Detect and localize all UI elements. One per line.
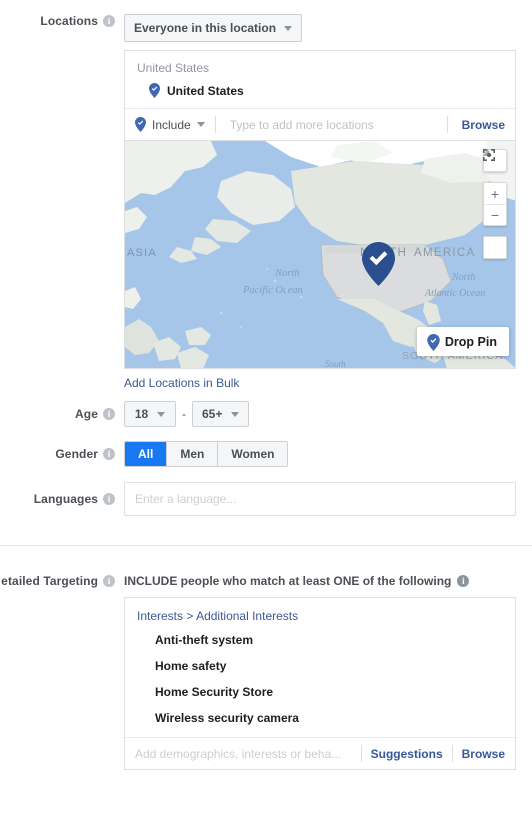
gender-label: Gender <box>55 447 98 461</box>
selected-location-label: United States <box>167 83 244 98</box>
locations-field: Everyone in this location <box>124 14 532 42</box>
gender-segmented-control: All Men Women <box>124 441 289 467</box>
detailed-targeting-label: etailed Targeting <box>1 574 98 588</box>
locations-panel: United States United States Include Type… <box>124 50 516 141</box>
list-item[interactable]: Home Security Store <box>125 679 515 705</box>
info-icon[interactable]: i <box>103 15 115 27</box>
chevron-down-icon <box>196 122 205 127</box>
list-item[interactable]: Home safety <box>125 653 515 679</box>
breadcrumb: Interests > Additional Interests <box>125 598 515 627</box>
age-separator: - <box>182 407 186 421</box>
gender-option-women[interactable]: Women <box>217 442 288 466</box>
gender-row: Gender i All Men Women <box>0 441 532 467</box>
languages-label-group: Languages i <box>0 492 124 506</box>
info-icon[interactable]: i <box>103 408 115 420</box>
locations-label-group: Locations i <box>0 14 124 28</box>
drop-pin-label: Drop Pin <box>444 334 497 349</box>
locations-panel-row: United States United States Include Type… <box>0 50 532 390</box>
svg-text:North: North <box>451 272 475 283</box>
info-icon[interactable]: i <box>103 448 115 460</box>
gender-option-all[interactable]: All <box>125 442 167 466</box>
chevron-down-icon <box>231 411 240 417</box>
gender-option-men[interactable]: Men <box>166 442 218 466</box>
info-icon[interactable]: i <box>457 575 470 587</box>
age-field: 18 - 65+ <box>124 401 532 427</box>
divider <box>446 116 448 133</box>
list-item[interactable]: Wireless security camera <box>125 705 515 731</box>
locations-row: Locations i Everyone in this location <box>0 14 532 42</box>
age-min-dropdown[interactable]: 18 <box>124 401 176 427</box>
info-icon[interactable]: i <box>103 493 115 505</box>
detailed-targeting-panel: Interests > Additional Interests Anti-th… <box>124 597 516 770</box>
gender-label-group: Gender i <box>0 447 124 461</box>
map-fullscreen-control <box>483 149 507 259</box>
age-min-value: 18 <box>134 407 149 421</box>
include-heading-group: INCLUDE people who match at least ONE of… <box>124 574 532 588</box>
zoom-out-button[interactable]: − <box>484 204 506 225</box>
detailed-targeting-panel-row: Interests > Additional Interests Anti-th… <box>0 597 532 770</box>
chevron-down-icon <box>284 25 293 31</box>
drop-pin-button[interactable]: Drop Pin <box>416 327 509 356</box>
age-label-group: Age i <box>0 407 124 421</box>
list-item[interactable]: United States <box>125 77 515 108</box>
gender-field: All Men Women <box>124 441 532 467</box>
locations-panel-col: United States United States Include Type… <box>124 50 532 390</box>
location-pin-check-icon <box>427 334 440 351</box>
location-pin-check-icon <box>135 117 146 132</box>
list-item[interactable]: Anti-theft system <box>125 627 515 653</box>
location-map[interactable]: ASIA NORTH AMERICA North Pacific Ocean N… <box>124 141 516 369</box>
age-row: Age i 18 - 65+ <box>0 401 532 427</box>
zoom-in-button[interactable]: + <box>484 183 506 204</box>
include-mode-dropdown[interactable]: Include <box>135 117 209 132</box>
languages-row: Languages i <box>0 482 532 516</box>
include-heading: INCLUDE people who match at least ONE of… <box>124 574 452 588</box>
location-pin-check-icon <box>149 83 160 98</box>
languages-label: Languages <box>33 492 98 506</box>
age-label: Age <box>75 407 98 421</box>
info-icon[interactable]: i <box>103 575 115 587</box>
detailed-targeting-browse-link[interactable]: Browse <box>453 747 505 761</box>
breadcrumb-root[interactable]: Interests <box>137 609 183 623</box>
suggestions-link[interactable]: Suggestions <box>362 747 452 761</box>
svg-text:North: North <box>274 268 300 279</box>
svg-text:AMERICA: AMERICA <box>414 247 476 259</box>
languages-field <box>124 482 532 516</box>
include-mode-value: Include <box>152 117 191 132</box>
location-scope-value: Everyone in this location <box>134 21 277 35</box>
locations-browse-link[interactable]: Browse <box>454 118 505 132</box>
languages-input[interactable] <box>124 482 516 516</box>
detailed-targeting-input-bar: Suggestions Browse <box>125 737 515 769</box>
divider <box>214 116 216 133</box>
location-include-bar: Include Browse <box>125 108 515 140</box>
section-divider <box>0 545 532 546</box>
svg-text:Atlantic Ocean: Atlantic Ocean <box>424 288 485 299</box>
breadcrumb-child[interactable]: Additional Interests <box>196 609 298 623</box>
detailed-targeting-label-group: etailed Targeting i <box>0 574 124 588</box>
age-max-value: 65+ <box>202 407 223 421</box>
detailed-targeting-input[interactable] <box>135 746 361 761</box>
locations-group-header: United States <box>137 61 210 75</box>
map-controls: + − <box>483 149 507 259</box>
location-search-input[interactable] <box>221 117 441 132</box>
age-max-dropdown[interactable]: 65+ <box>192 401 250 427</box>
detailed-targeting-panel-col: Interests > Additional Interests Anti-th… <box>124 597 532 770</box>
detailed-targeting-row: etailed Targeting i INCLUDE people who m… <box>0 574 532 588</box>
map-zoom-control: + − <box>483 182 507 226</box>
fullscreen-icon[interactable] <box>483 149 506 258</box>
breadcrumb-separator: > <box>186 609 194 623</box>
svg-text:Pacific Ocean: Pacific Ocean <box>242 285 303 296</box>
add-locations-in-bulk-link[interactable]: Add Locations in Bulk <box>124 376 239 390</box>
chevron-down-icon <box>157 411 166 417</box>
location-scope-dropdown[interactable]: Everyone in this location <box>124 14 303 42</box>
svg-text:ASIA: ASIA <box>127 247 157 259</box>
locations-label: Locations <box>40 14 98 28</box>
detailed-targeting-heading-col: INCLUDE people who match at least ONE of… <box>124 574 532 588</box>
svg-text:South: South <box>325 359 346 369</box>
